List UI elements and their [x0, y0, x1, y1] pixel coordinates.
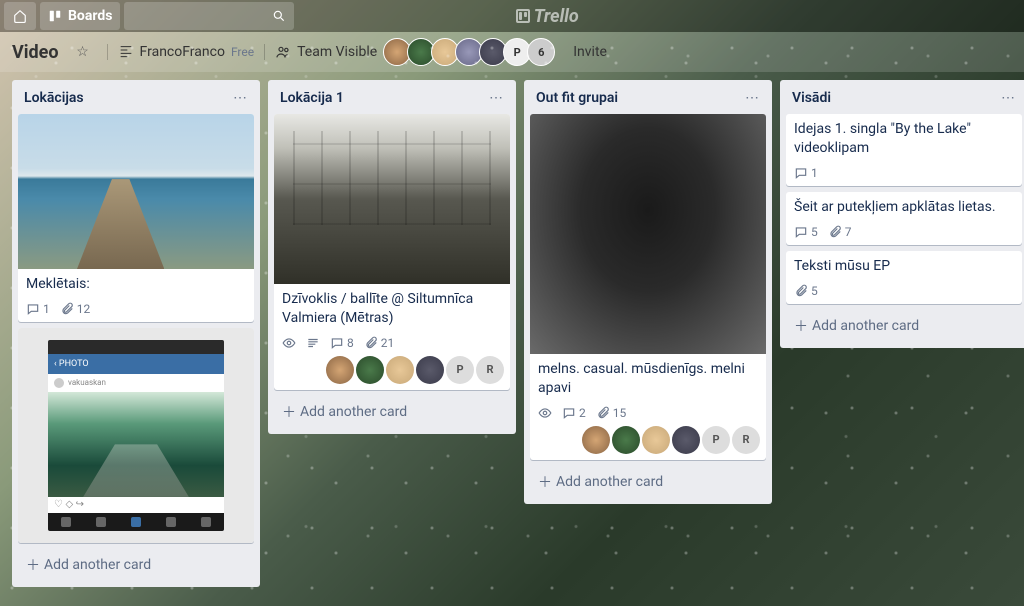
card-member[interactable]: [672, 426, 700, 454]
plus-icon: ＋: [26, 555, 40, 575]
search-icon: [272, 9, 286, 23]
card-member[interactable]: [582, 426, 610, 454]
boards-button[interactable]: Boards: [40, 2, 120, 30]
comment-icon: [562, 406, 576, 420]
attachment-icon: [596, 406, 610, 420]
eye-icon: [282, 336, 296, 350]
add-card-button[interactable]: ＋ Add another card: [18, 549, 254, 581]
card-member-initial[interactable]: R: [476, 356, 504, 384]
eye-icon: [538, 406, 552, 420]
attachments-badge: 21: [364, 336, 395, 350]
card[interactable]: Meklētais: 1 12: [18, 114, 254, 322]
card-member[interactable]: [416, 356, 444, 384]
list-lokacija-1: Lokācija 1 ⋯ Dzīvoklis / ballīte @ Siltu…: [268, 80, 516, 434]
card-cover-image: [530, 114, 766, 354]
plus-icon: ＋: [794, 316, 808, 336]
comments-badge: 1: [794, 166, 818, 180]
boards-icon: [48, 9, 62, 23]
card-member[interactable]: [642, 426, 670, 454]
card[interactable]: ‹ PHOTO vakuaskan ♡ ◇ ↪: [18, 328, 254, 543]
attachment-icon: [60, 302, 74, 316]
list-outfit: Out fit grupai ⋯ melns. casual. mūsdienī…: [524, 80, 772, 504]
board-canvas[interactable]: Lokācijas ⋯ Meklētais: 1 12 ‹ PHOTO v: [0, 72, 1024, 595]
list-menu-icon[interactable]: ⋯: [1001, 90, 1016, 106]
attachment-icon: [364, 336, 378, 350]
card-member[interactable]: [326, 356, 354, 384]
trello-logo[interactable]: Trello: [516, 6, 579, 27]
attachments-badge: 12: [60, 302, 91, 316]
board-header: Video ☆ FrancoFranco Free Team Visible P…: [0, 32, 1024, 72]
card[interactable]: Šeit ar putekļiem apklātas lietas. 5 7: [786, 192, 1022, 245]
comment-icon: [794, 225, 808, 239]
attachments-badge: 7: [828, 225, 852, 239]
comments-badge: 2: [562, 406, 586, 420]
card-title: Teksti mūsu EP: [794, 257, 1014, 276]
trello-logo-icon: [516, 9, 530, 23]
attachments-badge: 15: [596, 406, 627, 420]
watching-badge: [282, 336, 296, 350]
list-visadi: Visādi ⋯ Idejas 1. singla "By the Lake" …: [780, 80, 1024, 348]
list-menu-icon[interactable]: ⋯: [745, 90, 760, 106]
card[interactable]: melns. casual. mūsdienīgs. melni apavi 2…: [530, 114, 766, 460]
watching-badge: [538, 406, 552, 420]
list-menu-icon[interactable]: ⋯: [233, 90, 248, 106]
home-icon: [13, 9, 27, 23]
search-box[interactable]: [124, 2, 294, 30]
card[interactable]: Dzīvoklis / ballīte @ Siltumnīca Valmier…: [274, 114, 510, 390]
comments-badge: 5: [794, 225, 818, 239]
card-title: Idejas 1. singla "By the Lake" videoklip…: [794, 120, 1014, 158]
card-title: Meklētais:: [26, 275, 246, 294]
comment-icon: [26, 302, 40, 316]
list-title[interactable]: Lokācija 1: [280, 90, 344, 106]
comments-badge: 8: [330, 336, 354, 350]
card-title: Šeit ar putekļiem apklātas lietas.: [794, 198, 1014, 217]
star-button[interactable]: ☆: [69, 38, 97, 66]
card[interactable]: Idejas 1. singla "By the Lake" videoklip…: [786, 114, 1022, 186]
comment-icon: [794, 166, 808, 180]
attachment-icon: [828, 225, 842, 239]
global-header: Boards Trello: [0, 0, 1024, 32]
list-title[interactable]: Out fit grupai: [536, 90, 618, 106]
card-member[interactable]: [612, 426, 640, 454]
comments-badge: 1: [26, 302, 50, 316]
card-member-initial[interactable]: P: [446, 356, 474, 384]
list-title[interactable]: Lokācijas: [24, 90, 84, 106]
card-member[interactable]: [356, 356, 384, 384]
add-card-button[interactable]: ＋ Add another card: [530, 466, 766, 498]
boards-label: Boards: [68, 8, 112, 24]
list-title[interactable]: Visādi: [792, 90, 831, 106]
card-member-initial[interactable]: P: [702, 426, 730, 454]
team-icon: [118, 44, 134, 60]
description-icon: [306, 336, 320, 350]
comment-icon: [330, 336, 344, 350]
card-title: melns. casual. mūsdienīgs. melni apavi: [538, 360, 758, 398]
card-cover-image: ‹ PHOTO vakuaskan ♡ ◇ ↪: [18, 328, 254, 543]
plus-icon: ＋: [282, 402, 296, 422]
list-lokacijas: Lokācijas ⋯ Meklētais: 1 12 ‹ PHOTO v: [12, 80, 260, 587]
description-badge: [306, 336, 320, 350]
card[interactable]: Teksti mūsu EP 5: [786, 251, 1022, 304]
list-menu-icon[interactable]: ⋯: [489, 90, 504, 106]
attachment-icon: [794, 284, 808, 298]
card-title: Dzīvoklis / ballīte @ Siltumnīca Valmier…: [282, 290, 502, 328]
home-button[interactable]: [4, 2, 36, 30]
card-cover-image: [274, 114, 510, 284]
invite-button[interactable]: Invite: [565, 40, 615, 64]
add-card-button[interactable]: ＋ Add another card: [786, 310, 1022, 342]
add-card-button[interactable]: ＋ Add another card: [274, 396, 510, 428]
people-icon: [275, 44, 291, 60]
member-count[interactable]: 6: [527, 38, 555, 66]
visibility-button[interactable]: Team Visible: [275, 44, 377, 60]
plus-icon: ＋: [538, 472, 552, 492]
card-member-initial[interactable]: R: [732, 426, 760, 454]
card-member[interactable]: [386, 356, 414, 384]
attachments-badge: 5: [794, 284, 818, 298]
board-name[interactable]: Video: [12, 42, 59, 63]
team-name[interactable]: FrancoFranco Free: [118, 44, 255, 60]
card-cover-image: [18, 114, 254, 269]
board-members: P 6: [387, 38, 555, 66]
